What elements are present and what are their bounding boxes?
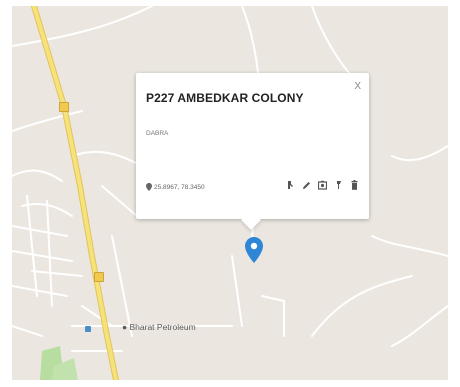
location-pin-icon: [146, 183, 152, 191]
popup-title: P227 AMBEDKAR COLONY: [146, 91, 304, 105]
coordinates-text: 25.8967, 78.3450: [154, 183, 205, 191]
directions-icon[interactable]: [286, 180, 295, 190]
delete-icon[interactable]: [350, 180, 359, 190]
road-shield: [94, 272, 104, 282]
close-icon[interactable]: X: [354, 81, 361, 92]
map-marker-icon[interactable]: [245, 237, 263, 263]
petrol-station-icon[interactable]: [85, 326, 91, 332]
road-shield: [59, 102, 69, 112]
pin-tool-icon[interactable]: [334, 180, 343, 190]
place-label[interactable]: ● Bharat Petroleum: [122, 322, 196, 332]
info-popup: P227 AMBEDKAR COLONY X DABRA 25.8967, 78…: [136, 73, 369, 230]
photo-icon[interactable]: [318, 180, 327, 190]
popup-coordinates: 25.8967, 78.3450: [146, 183, 205, 191]
popup-toolbar: [286, 180, 359, 190]
edit-icon[interactable]: [302, 180, 311, 190]
map-frame[interactable]: ● Bharat Petroleum P227 AMBEDKAR COLONY …: [12, 6, 448, 380]
place-label-dot: ●: [122, 322, 130, 332]
popup-subtitle: DABRA: [146, 130, 169, 137]
